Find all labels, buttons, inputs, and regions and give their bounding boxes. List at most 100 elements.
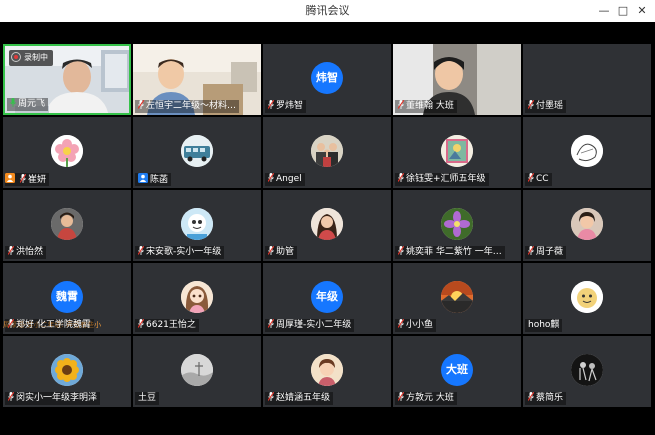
participant-name: 赵婧涵五年级 xyxy=(276,393,331,403)
participant-namebar: Angel xyxy=(265,173,305,186)
painting-avatar-icon xyxy=(441,135,473,167)
participant-tile[interactable]: 崔妍 xyxy=(3,117,131,188)
participant-name: 左恒宇二年级～材料… xyxy=(146,101,237,111)
participant-name: 周子薇 xyxy=(536,247,564,257)
mic-muted-icon xyxy=(5,319,16,330)
participant-name: 闵实小一年级李明泽 xyxy=(16,393,98,403)
kid-avatar-icon xyxy=(51,208,83,240)
participant-namebar: 周子薇 xyxy=(525,246,567,259)
participant-tile[interactable]: 周子薇 xyxy=(523,190,651,261)
flower-purple-avatar-icon xyxy=(441,208,473,240)
mic-muted-icon xyxy=(265,246,276,257)
participant-tile[interactable]: 徐钰雯+汇师五年级 xyxy=(393,117,521,188)
participant-name: CC xyxy=(536,174,549,184)
participant-name: 崔妍 xyxy=(28,175,47,185)
mic-on-icon xyxy=(7,98,18,109)
bottom-toolbar-area xyxy=(0,410,655,435)
mic-muted-icon xyxy=(525,173,536,184)
participant-name: 蔡简乐 xyxy=(536,393,564,403)
text-avatar: 炜智 xyxy=(311,62,343,94)
participant-name: 姚奕菲 华二紫竹 一年… xyxy=(406,247,502,257)
mic-muted-icon xyxy=(135,100,146,111)
mic-muted-icon xyxy=(265,392,276,403)
meeting-window: 腾讯会议 — □ ✕ 录制中 周元飞 左恒宇二年级～材料… 炜智 罗炜智 董维翰 大班 付墨… xyxy=(0,0,655,435)
participant-tile[interactable]: 大班 方敦元 大班 xyxy=(393,336,521,407)
participant-tile[interactable]: 闵实小一年级李明泽 xyxy=(3,336,131,407)
mic-muted-icon xyxy=(265,319,276,330)
participant-namebar: 周元飞 xyxy=(7,98,49,111)
participant-tile[interactable]: 董维翰 大班 xyxy=(393,44,521,115)
participant-tile[interactable]: 助管 xyxy=(263,190,391,261)
cartoon-face-avatar-icon xyxy=(571,281,603,313)
participant-tile[interactable]: 洪怡然 xyxy=(3,190,131,261)
participant-tile[interactable]: 炜智 罗炜智 xyxy=(263,44,391,115)
participant-tile[interactable]: 土豆 xyxy=(133,336,261,407)
girl-avatar-icon xyxy=(571,208,603,240)
participant-namebar: 崔妍 xyxy=(5,173,50,186)
bus-avatar-icon xyxy=(181,135,213,167)
participant-namebar: 徐钰雯+汇师五年级 xyxy=(395,173,489,186)
participant-tile[interactable]: 6621王怡之 xyxy=(133,263,261,334)
participant-namebar: 董维翰 大班 xyxy=(395,100,457,113)
mic-muted-icon xyxy=(135,319,146,330)
participant-namebar: 6621王怡之 xyxy=(135,319,199,332)
mic-muted-icon xyxy=(5,246,16,257)
title-bar: 腾讯会议 — □ ✕ xyxy=(0,0,655,22)
illustration-avatar-icon xyxy=(311,354,343,386)
mic-muted-icon xyxy=(265,100,276,111)
participant-tile[interactable]: 赵婧涵五年级 xyxy=(263,336,391,407)
sunflower-avatar-icon xyxy=(51,354,83,386)
mic-muted-icon xyxy=(5,392,16,403)
participant-grid: 录制中 周元飞 左恒宇二年级～材料… 炜智 罗炜智 董维翰 大班 付墨瑶 崔妍 陈菡 Angel 徐… xyxy=(0,43,655,410)
participant-tile[interactable]: hoho麒 xyxy=(523,263,651,334)
text-avatar: 魏霄 xyxy=(51,281,83,313)
participant-tile[interactable]: 蔡简乐 xyxy=(523,336,651,407)
participant-namebar: 左恒宇二年级～材料… xyxy=(135,100,240,113)
cartoon-avatar-icon xyxy=(181,208,213,240)
participant-namebar: 周厚瑾-实小二年级 xyxy=(265,319,355,332)
participant-namebar: 洪怡然 xyxy=(5,246,47,259)
mic-muted-icon xyxy=(525,100,536,111)
participant-name: 洪怡然 xyxy=(16,247,44,257)
close-button[interactable]: ✕ xyxy=(631,0,653,22)
cohost-badge-icon xyxy=(138,173,150,185)
participant-name: 周厚瑾-实小二年级 xyxy=(276,320,352,330)
flower-avatar-icon xyxy=(51,135,83,167)
participant-namebar: hoho麒 xyxy=(525,319,563,332)
participant-tile[interactable]: 宋安歌-实小一年级 xyxy=(133,190,261,261)
participant-tile[interactable]: 魏霄 周厚瑾-实小二年级: 声音有些小 郑好 化工学院魏霄 xyxy=(3,263,131,334)
participant-tile[interactable]: 姚奕菲 华二紫竹 一年… xyxy=(393,190,521,261)
participant-namebar: 蔡简乐 xyxy=(525,392,567,405)
participant-tile[interactable]: 陈菡 xyxy=(133,117,261,188)
participant-tile[interactable]: 付墨瑶 xyxy=(523,44,651,115)
participant-name: 付墨瑶 xyxy=(536,101,564,111)
participant-name: 罗炜智 xyxy=(276,101,304,111)
participant-tile[interactable]: 录制中 周元飞 xyxy=(3,44,131,115)
record-icon xyxy=(11,52,21,62)
participant-tile[interactable]: 左恒宇二年级～材料… xyxy=(133,44,261,115)
sunset-avatar-icon xyxy=(441,281,473,313)
participant-namebar: 姚奕菲 华二紫竹 一年… xyxy=(395,246,505,259)
family-avatar-icon xyxy=(311,135,343,167)
participant-namebar: 方敦元 大班 xyxy=(395,392,457,405)
participant-tile[interactable]: 小小鱼 xyxy=(393,263,521,334)
participant-tile[interactable]: Angel xyxy=(263,117,391,188)
mic-muted-icon xyxy=(525,392,536,403)
participant-name: 郑好 化工学院魏霄 xyxy=(16,320,91,330)
participant-name: hoho麒 xyxy=(528,320,560,330)
text-avatar: 年级 xyxy=(311,281,343,313)
mic-muted-icon xyxy=(395,173,406,184)
participant-namebar: 宋安歌-实小一年级 xyxy=(135,246,225,259)
participant-name: 助管 xyxy=(276,247,295,257)
participant-name: 陈菡 xyxy=(150,175,169,185)
mic-muted-icon xyxy=(395,246,406,257)
participant-name: 周元飞 xyxy=(18,99,46,109)
participant-namebar: 助管 xyxy=(265,246,298,259)
window-title: 腾讯会议 xyxy=(305,4,350,17)
participant-tile[interactable]: 年级周厚瑾-实小二年级 xyxy=(263,263,391,334)
mic-muted-icon xyxy=(135,246,146,257)
participant-name: 方敦元 大班 xyxy=(406,393,454,403)
mic-muted-icon xyxy=(525,246,536,257)
participant-name: 土豆 xyxy=(138,393,157,403)
participant-tile[interactable]: CC xyxy=(523,117,651,188)
